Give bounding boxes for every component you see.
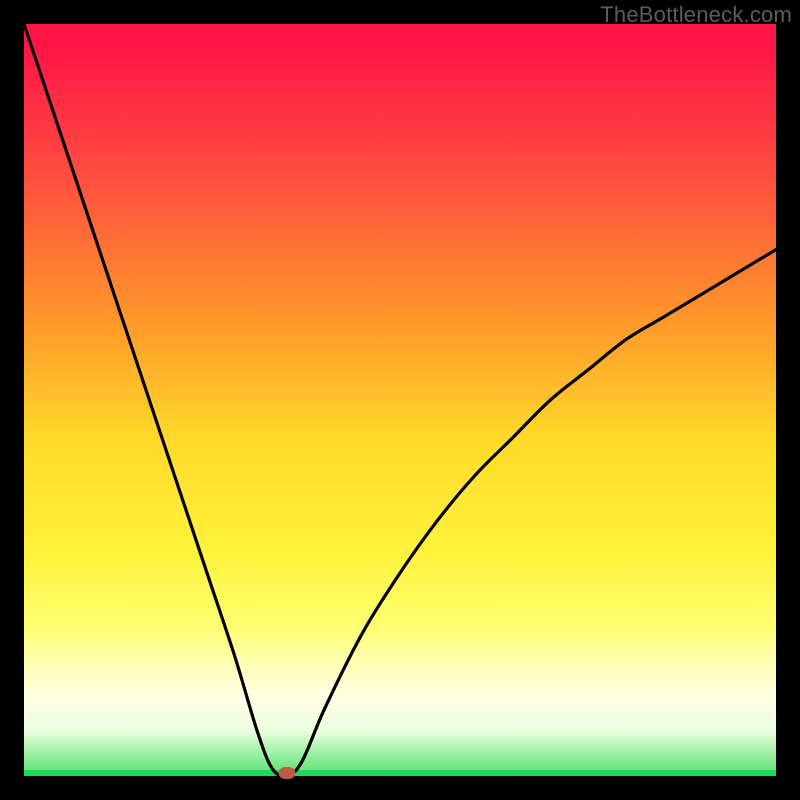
chart-frame: TheBottleneck.com xyxy=(0,0,800,800)
plot-baseline xyxy=(24,770,776,776)
plot-area xyxy=(24,24,776,776)
